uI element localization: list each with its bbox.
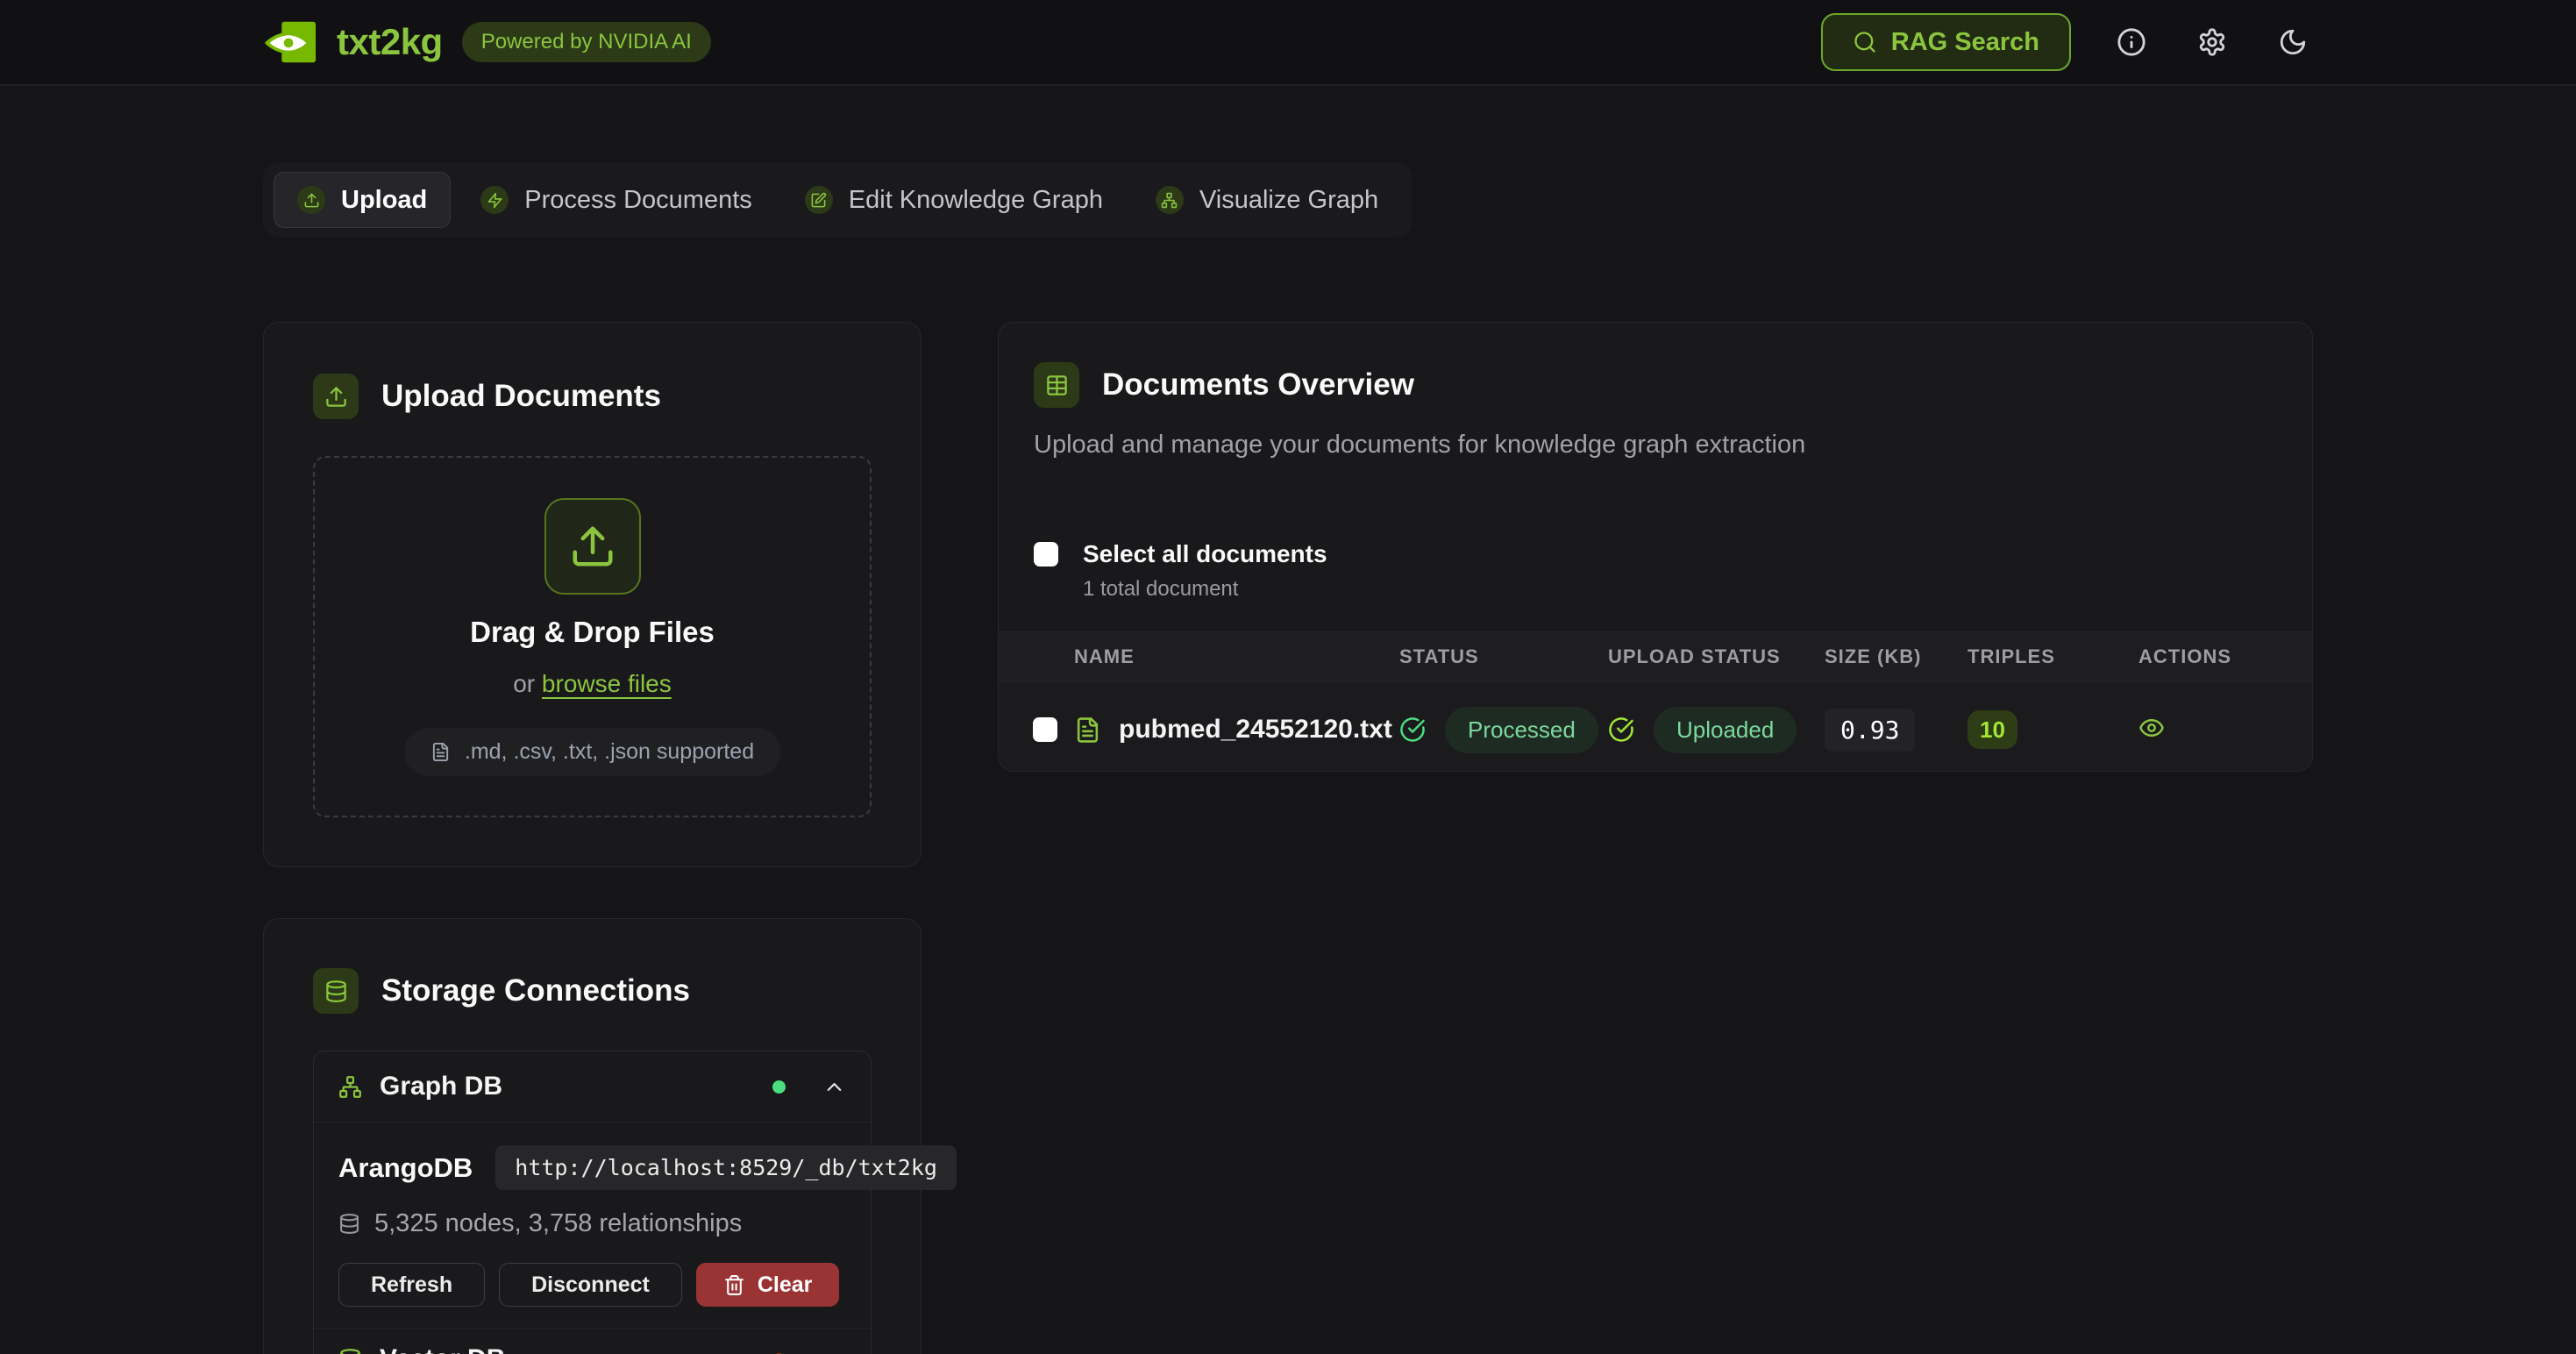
size-value: 0.93 — [1825, 709, 1915, 752]
graph-db-header[interactable]: Graph DB — [314, 1051, 871, 1122]
upload-documents-panel: Upload Documents Drag & Drop Files or br… — [263, 322, 922, 867]
or-text: or — [513, 670, 535, 697]
tab-edit-knowledge-graph[interactable]: Edit Knowledge Graph — [782, 172, 1126, 228]
graph-db-label: Graph DB — [380, 1072, 755, 1101]
table-grid-icon — [1034, 362, 1079, 408]
storage-panel-header: Storage Connections — [313, 968, 872, 1014]
panel-subtitle: Upload and manage your documents for kno… — [1034, 431, 2277, 460]
chevron-up-icon — [822, 1075, 846, 1099]
app-title: txt2kg — [337, 21, 443, 63]
col-triples: TRIPLES — [1968, 645, 2138, 668]
panel-title: Storage Connections — [381, 973, 690, 1008]
db-connections-box: Graph DB ArangoDB http://localhost:8529/… — [313, 1051, 872, 1354]
upload-panel-header: Upload Documents — [313, 374, 872, 419]
disconnect-button[interactable]: Disconnect — [499, 1263, 682, 1307]
table-header-row: NAME STATUS UPLOAD STATUS SIZE (KB) TRIP… — [999, 631, 2312, 682]
clear-label: Clear — [758, 1272, 813, 1298]
database-icon — [313, 968, 359, 1014]
upload-icon — [544, 498, 641, 595]
upload-icon — [313, 374, 359, 419]
col-name: NAME — [1074, 645, 1399, 668]
info-icon[interactable] — [2111, 22, 2152, 62]
network-graph-icon — [1156, 186, 1184, 214]
graph-db-details: ArangoDB http://localhost:8529/_db/txt2k… — [314, 1122, 871, 1328]
tab-label: Process Documents — [524, 186, 752, 215]
app: txt2kg Powered by NVIDIA AI RAG Search — [0, 0, 2576, 1354]
check-circle-icon — [1608, 716, 1634, 743]
storage-connections-panel: Storage Connections Graph DB ArangoDB ht… — [263, 918, 922, 1354]
tab-visualize-graph[interactable]: Visualize Graph — [1133, 172, 1401, 228]
nvidia-logo-icon — [263, 19, 317, 65]
tab-upload[interactable]: Upload — [274, 172, 451, 228]
graph-stats-row: 5,325 nodes, 3,758 relationships — [338, 1209, 846, 1238]
check-circle-icon — [1399, 716, 1426, 743]
panel-title: Documents Overview — [1102, 367, 1414, 403]
rag-search-button[interactable]: RAG Search — [1821, 13, 2071, 71]
main-tabbar: Upload Process Documents Edit Knowledge … — [263, 163, 1412, 237]
connected-status-dot — [772, 1080, 786, 1094]
upload-status-cell: Uploaded — [1608, 707, 1825, 753]
file-text-icon — [1074, 716, 1101, 744]
app-header: txt2kg Powered by NVIDIA AI RAG Search — [0, 0, 2576, 86]
col-upload-status: UPLOAD STATUS — [1608, 645, 1825, 668]
edit-pen-icon — [805, 186, 833, 214]
graph-db-actions: Refresh Disconnect Clear — [338, 1263, 846, 1307]
supported-formats-pill: .md, .csv, .txt, .json supported — [404, 728, 780, 776]
header-brand: txt2kg Powered by NVIDIA AI — [263, 19, 711, 65]
settings-gear-icon[interactable] — [2192, 22, 2232, 62]
triples-cell: 10 — [1968, 710, 2138, 749]
panel-title: Upload Documents — [381, 379, 661, 414]
select-all-row: Select all documents 1 total document — [999, 542, 2312, 602]
document-name: pubmed_24552120.txt — [1119, 715, 1392, 745]
network-graph-icon — [338, 1075, 362, 1099]
trash-icon — [723, 1274, 745, 1296]
rag-search-label: RAG Search — [1891, 28, 2039, 57]
col-actions: ACTIONS — [2138, 645, 2312, 668]
dropzone-or-line: or browse files — [513, 670, 672, 698]
documents-overview-panel: Documents Overview Upload and manage you… — [998, 322, 2313, 772]
table-row: pubmed_24552120.txt Processed Uploaded 0… — [999, 682, 2312, 772]
select-all-label: Select all documents — [1083, 542, 1327, 567]
file-dropzone[interactable]: Drag & Drop Files or browse files .md, .… — [313, 456, 872, 817]
vector-db-label: Vector DB — [380, 1344, 755, 1354]
dropzone-title: Drag & Drop Files — [470, 616, 715, 649]
provider-name: ArangoDB — [338, 1152, 473, 1184]
zap-icon — [480, 186, 509, 214]
graph-stats: 5,325 nodes, 3,758 relationships — [374, 1209, 742, 1238]
document-name-cell: pubmed_24552120.txt — [1074, 715, 1399, 745]
tab-process-documents[interactable]: Process Documents — [458, 172, 775, 228]
triples-badge: 10 — [1968, 710, 2017, 749]
select-all-checkbox[interactable] — [1034, 542, 1058, 567]
refresh-button[interactable]: Refresh — [338, 1263, 485, 1307]
view-eye-icon[interactable] — [2138, 715, 2165, 741]
file-icon — [431, 742, 451, 762]
database-icon — [338, 1348, 362, 1354]
header-actions: RAG Search — [1821, 13, 2313, 71]
size-cell: 0.93 — [1825, 709, 1968, 752]
upload-icon — [297, 186, 325, 214]
actions-cell — [2138, 715, 2312, 745]
vector-db-header[interactable]: Vector DB — [314, 1329, 871, 1354]
col-size: SIZE (KB) — [1825, 645, 1968, 668]
tab-label: Upload — [341, 186, 427, 215]
chevron-down-icon — [822, 1348, 846, 1354]
dark-mode-moon-icon[interactable] — [2273, 22, 2313, 62]
status-badge: Processed — [1445, 707, 1598, 753]
documents-panel-header: Documents Overview Upload and manage you… — [999, 323, 2312, 460]
total-documents-label: 1 total document — [1083, 577, 1327, 602]
tab-label: Edit Knowledge Graph — [849, 186, 1103, 215]
database-icon — [338, 1213, 360, 1235]
status-cell: Processed — [1399, 707, 1608, 753]
row-checkbox[interactable] — [1033, 717, 1057, 742]
supported-formats-text: .md, .csv, .txt, .json supported — [465, 739, 754, 765]
documents-table: NAME STATUS UPLOAD STATUS SIZE (KB) TRIP… — [999, 631, 2312, 772]
search-icon — [1853, 30, 1877, 54]
clear-button[interactable]: Clear — [696, 1263, 840, 1307]
tab-label: Visualize Graph — [1199, 186, 1378, 215]
col-status: STATUS — [1399, 645, 1608, 668]
upload-status-badge: Uploaded — [1654, 707, 1797, 753]
browse-files-link[interactable]: browse files — [542, 670, 672, 697]
powered-by-badge: Powered by NVIDIA AI — [462, 22, 711, 62]
connection-url: http://localhost:8529/_db/txt2kg — [495, 1145, 957, 1190]
